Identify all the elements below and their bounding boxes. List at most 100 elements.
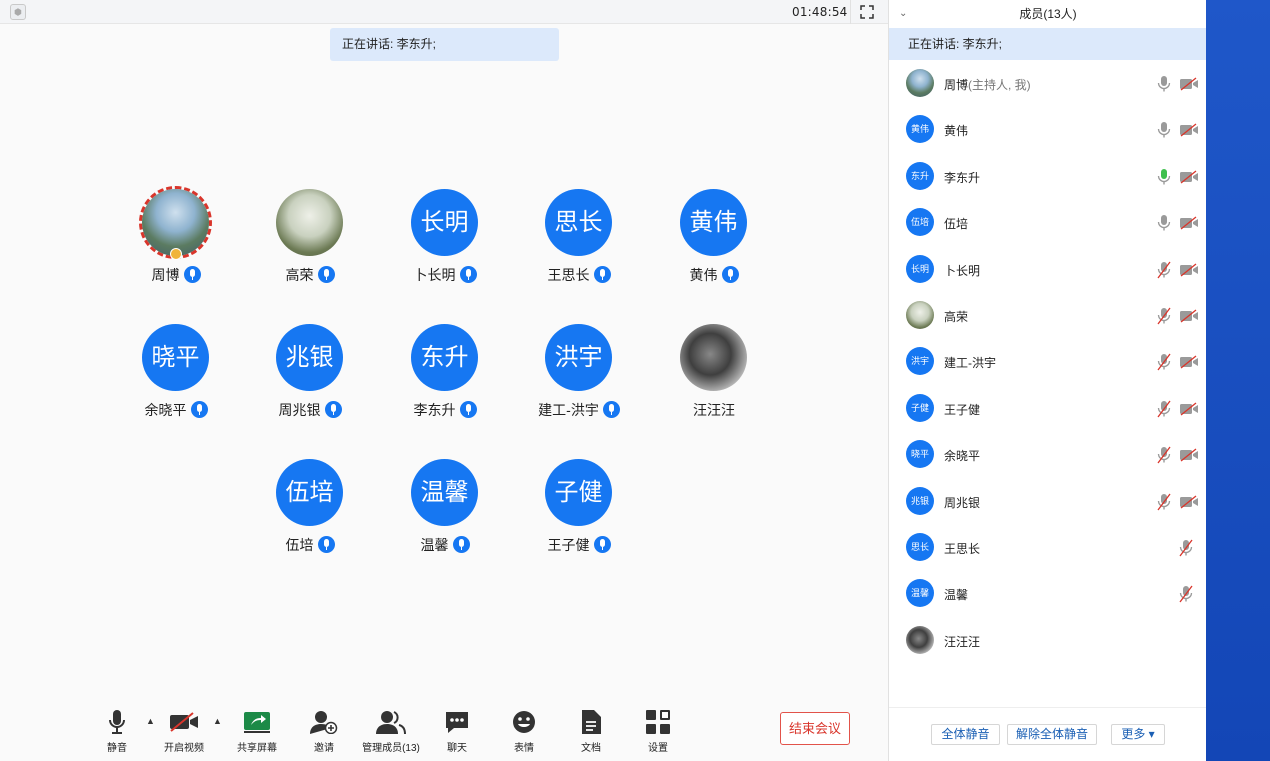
mic-status-icon bbox=[317, 266, 335, 283]
video-button[interactable]: 开启视频 bbox=[154, 708, 214, 754]
member-camera-off-icon[interactable] bbox=[1179, 170, 1199, 184]
panel-speaking-banner: 正在讲话: 李东升; bbox=[889, 28, 1207, 60]
member-name: 汪汪汪 bbox=[944, 634, 981, 649]
mic-status-icon bbox=[183, 266, 201, 283]
member-row[interactable]: 高荣 bbox=[889, 293, 1207, 339]
settings-button[interactable]: 设置 bbox=[628, 708, 688, 754]
member-mic-icon[interactable] bbox=[1157, 493, 1171, 511]
member-avatar: 思长 bbox=[906, 533, 934, 561]
collapse-chevron-icon[interactable]: ⌄ bbox=[899, 0, 907, 28]
member-mic-icon[interactable] bbox=[1179, 539, 1193, 557]
participant-tile[interactable]: 洪宇 建工-洪宇 bbox=[519, 324, 639, 434]
participant-tile[interactable]: 高荣 bbox=[250, 189, 370, 299]
member-name: 王思长 bbox=[944, 542, 981, 556]
mute-all-button[interactable]: 全体静音 bbox=[931, 724, 1000, 745]
member-name: 伍培 bbox=[944, 217, 969, 232]
member-camera-off-icon[interactable] bbox=[1179, 123, 1199, 137]
member-row[interactable]: 思长 王思长 bbox=[889, 525, 1207, 571]
mic-status-icon bbox=[593, 536, 611, 553]
mic-status-icon bbox=[324, 401, 342, 418]
participant-avatar: 伍培 bbox=[276, 459, 343, 526]
member-mic-icon[interactable] bbox=[1179, 585, 1193, 603]
member-name: 周博 bbox=[944, 78, 969, 92]
member-mic-icon[interactable] bbox=[1157, 400, 1171, 418]
participant-tile[interactable]: 汪汪汪 bbox=[654, 324, 774, 434]
participant-tile[interactable]: 长明 卜长明 bbox=[385, 189, 505, 299]
participant-tile[interactable]: 晓平 余晓平 bbox=[116, 324, 236, 434]
participant-name-row: 温馨 bbox=[385, 535, 505, 555]
participant-name-row: 王子健 bbox=[519, 535, 639, 555]
speaking-banner: 正在讲话: 李东升; bbox=[330, 28, 559, 61]
member-avatar: 兆银 bbox=[906, 486, 934, 515]
video-label: 开启视频 bbox=[164, 743, 204, 754]
member-mic-icon[interactable] bbox=[1157, 121, 1171, 139]
member-camera-off-icon[interactable] bbox=[1179, 402, 1199, 416]
member-name-row: 李东升 bbox=[944, 169, 980, 186]
chat-button[interactable]: 聊天 bbox=[427, 708, 487, 754]
participant-avatar: 温馨 bbox=[411, 459, 478, 526]
invite-button[interactable]: 邀请 bbox=[294, 708, 354, 754]
member-mic-icon[interactable] bbox=[1157, 214, 1171, 232]
member-row[interactable]: 东升 李东升 bbox=[889, 154, 1207, 200]
mic-status-icon bbox=[459, 401, 477, 418]
mute-button[interactable]: 静音 bbox=[87, 708, 147, 754]
member-row[interactable]: 周博(主持人, 我) bbox=[889, 61, 1207, 107]
member-mic-icon[interactable] bbox=[1157, 307, 1171, 325]
emoji-button[interactable]: 表情 bbox=[494, 708, 554, 754]
member-avatar: 黄伟 bbox=[906, 115, 934, 144]
participant-avatar: 思长 bbox=[545, 189, 612, 256]
member-camera-off-icon[interactable] bbox=[1179, 263, 1199, 277]
top-bar: ⬢ 01:48:54 bbox=[0, 0, 888, 24]
member-camera-off-icon[interactable] bbox=[1179, 309, 1199, 323]
member-row[interactable]: 长明 卜长明 bbox=[889, 247, 1207, 293]
member-row[interactable]: 兆银 周兆银 bbox=[889, 479, 1207, 525]
participant-tile[interactable]: 东升 李东升 bbox=[385, 324, 505, 434]
mic-status-icon bbox=[317, 536, 335, 553]
member-mic-icon[interactable] bbox=[1157, 353, 1171, 371]
docs-label: 文档 bbox=[581, 743, 601, 754]
participant-name: 周博 bbox=[151, 267, 180, 283]
participant-name-row: 建工-洪宇 bbox=[519, 400, 639, 420]
member-mic-icon[interactable] bbox=[1157, 261, 1171, 279]
invite-label: 邀请 bbox=[314, 743, 334, 754]
participant-name-row: 余晓平 bbox=[116, 400, 236, 420]
member-camera-off-icon[interactable] bbox=[1179, 495, 1199, 509]
member-row[interactable]: 黄伟 黄伟 bbox=[889, 107, 1207, 153]
member-camera-off-icon[interactable] bbox=[1179, 77, 1199, 91]
more-button[interactable]: 更多 ▾ bbox=[1111, 724, 1165, 745]
participant-tile[interactable]: 兆银 周兆银 bbox=[250, 324, 370, 434]
participant-tile[interactable]: 周博 bbox=[116, 186, 236, 299]
participant-tile[interactable]: 思长 王思长 bbox=[519, 189, 639, 299]
member-row[interactable]: 洪宇 建工-洪宇 bbox=[889, 339, 1207, 385]
fullscreen-icon[interactable] bbox=[850, 0, 882, 24]
member-row[interactable]: 伍培 伍培 bbox=[889, 200, 1207, 246]
participant-avatar: 晓平 bbox=[142, 324, 209, 391]
member-mic-icon[interactable] bbox=[1157, 168, 1171, 186]
member-row[interactable]: 温馨 温馨 bbox=[889, 571, 1207, 617]
share-screen-button[interactable]: 共享屏幕 bbox=[227, 708, 287, 754]
participant-name: 汪汪汪 bbox=[693, 402, 735, 418]
member-mic-icon[interactable] bbox=[1157, 75, 1171, 93]
member-camera-off-icon[interactable] bbox=[1179, 448, 1199, 462]
participant-tile[interactable]: 黄伟 黄伟 bbox=[654, 189, 774, 299]
mic-status-icon bbox=[593, 266, 611, 283]
unmute-all-button[interactable]: 解除全体静音 bbox=[1007, 724, 1097, 745]
participant-name-row: 伍培 bbox=[250, 535, 370, 555]
end-meeting-button[interactable]: 结束会议 bbox=[780, 712, 850, 745]
participant-tile[interactable]: 子健 王子健 bbox=[519, 459, 639, 569]
member-panel: ⌄ 成员(13人) 正在讲话: 李东升; 周博(主持人, 我) 黄伟 黄伟 东升 李东升… bbox=[888, 0, 1207, 761]
docs-button[interactable]: 文档 bbox=[561, 708, 621, 754]
participant-tile[interactable]: 温馨 温馨 bbox=[385, 459, 505, 569]
member-row[interactable]: 晓平 余晓平 bbox=[889, 432, 1207, 478]
participant-name: 李东升 bbox=[413, 402, 456, 418]
participant-avatar: 子健 bbox=[545, 459, 612, 526]
member-row[interactable]: 子健 王子健 bbox=[889, 386, 1207, 432]
video-options-caret-icon[interactable]: ▲ bbox=[213, 716, 222, 726]
participant-tile[interactable]: 伍培 伍培 bbox=[250, 459, 370, 569]
manage-members-button[interactable]: 管理成员(13) bbox=[360, 708, 422, 754]
member-row[interactable]: 汪汪汪 bbox=[889, 618, 1207, 664]
member-mic-icon[interactable] bbox=[1157, 446, 1171, 464]
member-camera-off-icon[interactable] bbox=[1179, 355, 1199, 369]
member-camera-off-icon[interactable] bbox=[1179, 216, 1199, 230]
security-shield-icon[interactable]: ⬢ bbox=[10, 4, 26, 20]
